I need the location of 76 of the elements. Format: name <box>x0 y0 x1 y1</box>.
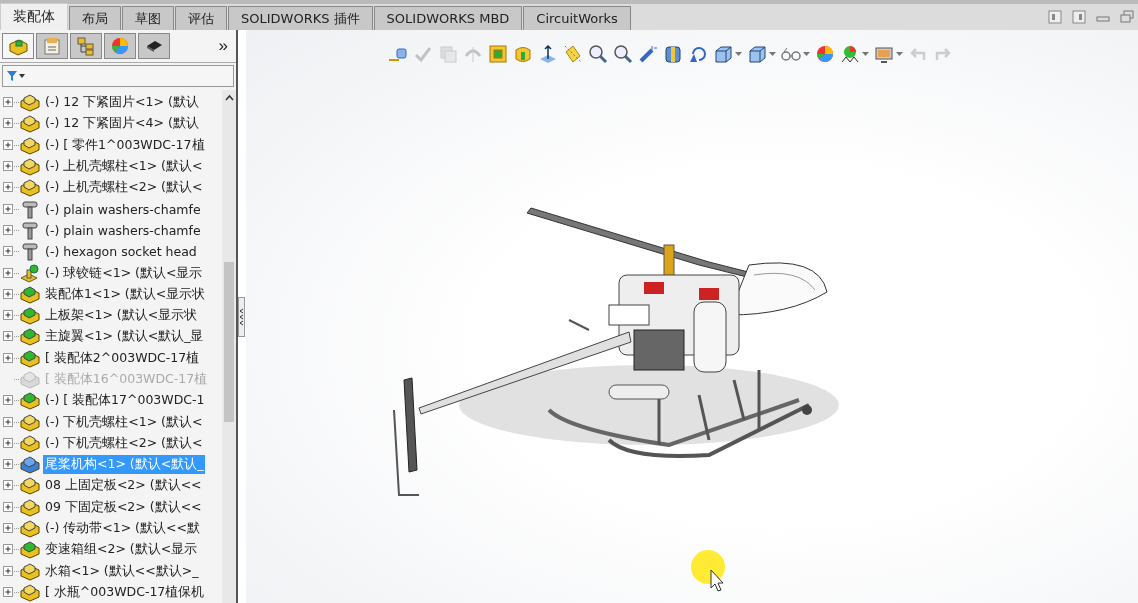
command-tab[interactable]: 评估 <box>175 6 227 30</box>
expand-icon[interactable] <box>3 395 14 407</box>
expand-icon[interactable] <box>3 416 14 428</box>
collapse-handle-icon[interactable] <box>238 296 245 337</box>
caret-icon[interactable] <box>769 51 776 57</box>
caret-icon[interactable] <box>862 51 869 57</box>
tree-item[interactable]: (-) 上机壳螺柱<2> (默认< <box>43 178 205 198</box>
tile-right-icon[interactable] <box>1072 10 1086 24</box>
tree-item[interactable]: (-) 下机壳螺柱<1> (默认< <box>43 412 205 432</box>
filter-icon <box>6 70 26 82</box>
tree-item[interactable]: (-) plain washers-chamfe <box>43 200 203 218</box>
tree-item[interactable]: (-) 12 下紧固片<4> (默认 <box>43 114 201 134</box>
expand-icon[interactable] <box>3 246 14 258</box>
tree-item[interactable]: 09 下固定板<2> (默认<< <box>43 497 204 517</box>
tree-item[interactable]: (-) 下机壳螺柱<2> (默认< <box>43 433 205 453</box>
expand-icon[interactable] <box>3 437 14 449</box>
command-tab[interactable]: CircuitWorks <box>523 6 631 30</box>
expand-panel-button[interactable]: » <box>212 36 234 56</box>
caret-icon[interactable] <box>803 51 810 57</box>
filter-field[interactable] <box>2 65 234 87</box>
expand-icon[interactable] <box>3 586 14 598</box>
caret-icon[interactable] <box>735 51 742 57</box>
command-tab[interactable]: SOLIDWORKS 插件 <box>228 6 373 30</box>
panel-tab[interactable] <box>2 33 34 59</box>
tile-left-icon[interactable] <box>1048 10 1062 24</box>
cube-icon[interactable] <box>747 44 767 64</box>
expand-icon[interactable] <box>3 544 14 556</box>
caret-icon[interactable] <box>896 51 903 57</box>
monitor-icon[interactable] <box>874 44 894 64</box>
tree-item[interactable]: (-) 球铰链<1> (默认<显示 <box>43 263 205 283</box>
expand-icon[interactable] <box>3 501 14 513</box>
tree-item[interactable]: (-) [ 零件1^003WDC-17植 <box>43 135 207 155</box>
tree-item[interactable]: [ 水瓶^003WDC-17植保机 <box>43 582 207 602</box>
expand-icon[interactable] <box>3 352 14 364</box>
expand-icon[interactable] <box>3 203 14 215</box>
tree-item[interactable]: 变速箱组<2> (默认<显示 <box>43 540 200 560</box>
helicopter-model-drawing[interactable] <box>393 207 839 496</box>
tree-item[interactable]: 装配体1<1> (默认<显示状 <box>43 284 208 304</box>
expand-icon[interactable] <box>3 97 14 109</box>
tree-item[interactable]: (-) plain washers-chamfe <box>43 221 203 239</box>
expand-icon[interactable] <box>3 565 14 577</box>
clipboard-icon <box>41 36 63 56</box>
tree-item[interactable]: 水箱<1> (默认<<默认>_ <box>43 561 201 581</box>
command-tab[interactable]: SOLIDWORKS MBD <box>373 6 523 30</box>
expand-icon[interactable] <box>3 139 14 151</box>
tree-item[interactable]: 主旋翼<1> (默认<默认_显 <box>43 327 206 347</box>
expand-icon[interactable] <box>3 310 14 322</box>
tree-item[interactable]: (-) hexagon socket head <box>43 243 199 261</box>
expand-icon[interactable] <box>3 224 14 236</box>
expand-icon[interactable] <box>3 480 14 492</box>
expand-icon[interactable] <box>3 118 14 130</box>
command-tab[interactable]: 装配体 <box>0 3 68 30</box>
panel-tab[interactable] <box>138 33 170 59</box>
expand-icon[interactable] <box>3 267 14 279</box>
color-ball-icon <box>109 36 131 56</box>
expand-icon[interactable] <box>3 459 14 471</box>
hierarchy-icon <box>75 36 97 56</box>
tree-item[interactable]: (-) 传动带<1> (默认<<默 <box>43 519 202 539</box>
tree-item[interactable]: (-) 12 下紧固片<1> (默认 <box>43 93 201 113</box>
expand-icon[interactable] <box>3 523 14 535</box>
tree-item[interactable]: (-) 上机壳螺柱<1> (默认< <box>43 157 205 177</box>
scrollbar-thumb[interactable] <box>224 262 234 422</box>
tree-item[interactable]: 上板架<1> (默认<显示状 <box>43 306 200 326</box>
tree-item[interactable]: 08 上固定板<2> (默认<< <box>43 476 204 496</box>
expand-icon[interactable] <box>3 161 14 173</box>
tree-item[interactable]: (-) [ 装配体17^003WDC-1 <box>43 391 207 411</box>
cube-icon[interactable] <box>713 44 733 64</box>
expand-icon[interactable] <box>3 182 14 194</box>
scroll-up-icon[interactable] <box>224 94 234 102</box>
scrollbar[interactable] <box>222 90 236 603</box>
expand-icon[interactable] <box>3 288 14 300</box>
scene-icon[interactable] <box>840 44 860 64</box>
expand-icon[interactable] <box>3 331 14 343</box>
command-tab[interactable]: 布局 <box>69 6 121 30</box>
command-tab[interactable]: 草图 <box>122 6 174 30</box>
tree-item[interactable]: [ 装配体2^003WDC-17植 <box>43 348 202 368</box>
